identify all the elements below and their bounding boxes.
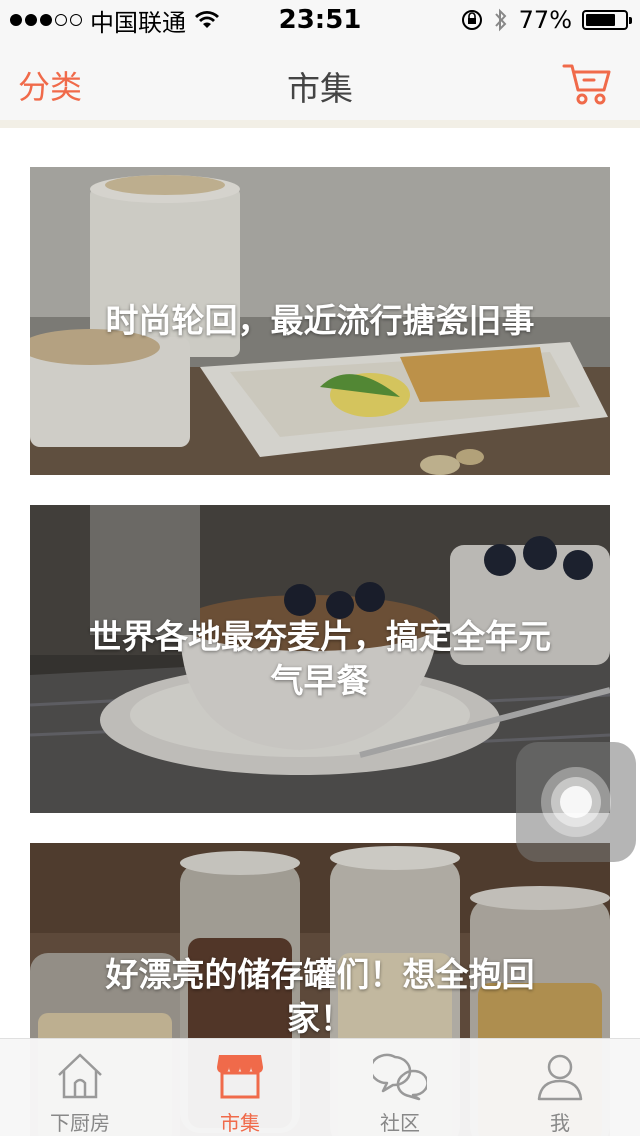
status-right: 77% xyxy=(461,6,632,34)
tab-label: 社区 xyxy=(380,1111,420,1135)
tab-community[interactable]: 社区 xyxy=(320,1039,480,1136)
tab-label: 市集 xyxy=(220,1111,260,1135)
article-title: 世界各地最夯麦片，搞定全年元气早餐 xyxy=(89,617,551,700)
page-title: 市集 xyxy=(287,69,353,108)
article-card[interactable]: 时尚轮回，最近流行搪瓷旧事 xyxy=(30,167,610,475)
person-icon xyxy=(537,1054,583,1101)
tab-market[interactable]: 市集 xyxy=(160,1039,320,1136)
tab-bar: 下厨房 市集 社区 我 xyxy=(0,1038,640,1136)
tab-kitchen[interactable]: 下厨房 xyxy=(0,1039,160,1136)
status-bar: 中国联通 23:51 77% xyxy=(0,0,640,40)
battery-percent: 77% xyxy=(518,6,572,34)
article-title: 好漂亮的储存罐们！想全抱回家！ xyxy=(105,955,535,1038)
tab-label: 下厨房 xyxy=(50,1111,110,1135)
bluetooth-icon xyxy=(494,8,507,32)
assistive-touch-button[interactable] xyxy=(516,742,636,862)
orientation-lock-icon xyxy=(461,10,482,30)
house-icon xyxy=(58,1053,102,1099)
tab-label: 我 xyxy=(550,1111,570,1135)
battery-icon xyxy=(582,10,632,30)
cart-icon[interactable] xyxy=(562,60,612,106)
shop-icon xyxy=(217,1055,263,1099)
chat-bubbles-icon xyxy=(373,1053,427,1101)
battery-level xyxy=(586,14,616,26)
article-title: 时尚轮回，最近流行搪瓷旧事 xyxy=(105,301,535,340)
tab-me[interactable]: 我 xyxy=(480,1039,640,1136)
nav-bar: 分类 市集 xyxy=(0,40,640,128)
